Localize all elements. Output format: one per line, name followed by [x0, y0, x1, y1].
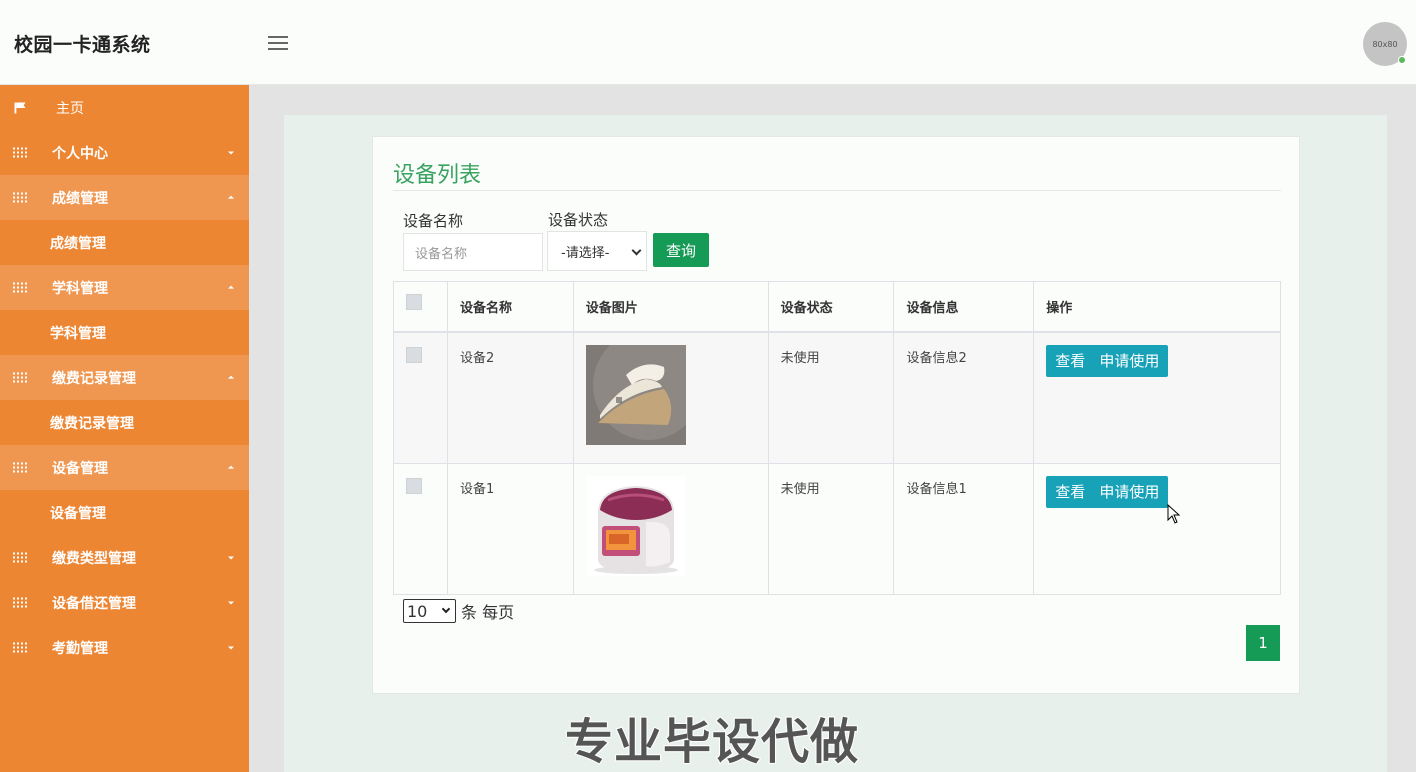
select-all-checkbox[interactable] [406, 293, 422, 310]
flag-icon [14, 102, 26, 113]
device-name-cell: 设备2 [446, 331, 574, 464]
page-size-value: 10 [407, 601, 428, 621]
column-header: 设备名称 [446, 281, 574, 333]
sidebar-subitem-grades[interactable]: 成绩管理 [0, 220, 249, 265]
grid-icon [13, 147, 27, 158]
row-checkbox[interactable] [406, 346, 422, 363]
grid-icon [13, 552, 27, 563]
query-button[interactable]: 查询 [653, 233, 709, 267]
device-status-cell: 未使用 [767, 331, 895, 464]
device-status-cell: 未使用 [767, 462, 895, 595]
page-title: 设备列表 [393, 163, 482, 188]
device-info-cell: 设备信息2 [893, 331, 1035, 464]
page-size-control: 10 条 每页 [403, 599, 514, 623]
row-checkbox[interactable] [406, 477, 422, 494]
device-info-cell: 设备信息1 [893, 462, 1035, 595]
iron-image [585, 329, 703, 445]
top-header: 校园一卡通系统 80x80 [0, 0, 1416, 85]
sidebar-item-label: 主页 [56, 100, 84, 117]
sidebar-item-label: 设备借还管理 [52, 595, 136, 612]
sidebar-item-payment-types[interactable]: 缴费类型管理 [0, 535, 249, 580]
device-image-cell [572, 329, 769, 464]
grid-icon [13, 282, 27, 293]
sidebar-subitem-devices[interactable]: 设备管理 [0, 490, 249, 535]
actions-cell: 查看 申请使用 [1033, 331, 1281, 464]
apply-button[interactable]: 申请使用 [1090, 344, 1169, 377]
column-header: 操作 [1033, 281, 1281, 333]
apply-button[interactable]: 申请使用 [1090, 475, 1169, 508]
sidebar-item-label: 缴费记录管理 [52, 370, 136, 387]
sidebar-item-label: 个人中心 [52, 145, 108, 162]
device-list-card: 设备列表 设备名称 设备状态 设备名称 -请选择- 查询 设备名称 设备图片 设… [372, 136, 1300, 694]
header-checkbox-cell [393, 281, 448, 333]
caret-down-icon [228, 556, 234, 559]
sidebar-item-label: 设备管理 [52, 460, 108, 477]
device-status-label: 设备状态 [548, 211, 609, 229]
sidebar-item-label: 学科管理 [52, 280, 108, 297]
device-table: 设备名称 设备图片 设备状态 设备信息 操作 设备2 未使用 设备信息2 查看 … [393, 281, 1281, 595]
title-divider [393, 190, 1281, 191]
sidebar-item-label: 成绩管理 [52, 190, 108, 207]
chevron-down-icon [631, 245, 642, 256]
device-status-select[interactable]: -请选择- [547, 231, 647, 271]
grid-icon [13, 642, 27, 653]
hamburger-menu-icon[interactable] [268, 36, 288, 50]
sidebar-item-device-borrowing[interactable]: 设备借还管理 [0, 580, 249, 625]
page-size-select[interactable]: 10 [403, 599, 456, 623]
column-header: 设备信息 [893, 281, 1035, 333]
online-status-dot [1398, 56, 1406, 64]
caret-up-icon [228, 195, 234, 199]
rice-cooker-image [585, 475, 686, 576]
device-name-input[interactable]: 设备名称 [403, 233, 543, 271]
app-title: 校园一卡通系统 [14, 34, 151, 56]
caret-down-icon [228, 601, 234, 604]
table-row: 设备1 未使用 设备信息1 查看 申请使用 [393, 462, 1281, 595]
table-header-row: 设备名称 设备图片 设备状态 设备信息 操作 [393, 281, 1281, 333]
device-name-label: 设备名称 [403, 212, 464, 230]
checkbox-cell [393, 331, 448, 464]
grid-icon [13, 372, 27, 383]
view-button[interactable]: 查看 [1046, 344, 1095, 377]
checkbox-cell [393, 462, 448, 595]
caret-down-icon [228, 646, 234, 649]
view-button[interactable]: 查看 [1046, 475, 1095, 508]
caret-down-icon [228, 151, 234, 154]
column-header: 设备图片 [572, 281, 769, 333]
grid-icon [13, 462, 27, 473]
sidebar: 主页 个人中心 成绩管理 成绩管理 学科管理 学科管理 缴费记录管理 缴费记录管… [0, 85, 249, 772]
grid-icon [13, 597, 27, 608]
sidebar-item-subjects[interactable]: 学科管理 [0, 265, 249, 310]
sidebar-item-devices[interactable]: 设备管理 [0, 445, 249, 490]
sidebar-item-personal-center[interactable]: 个人中心 [0, 130, 249, 175]
column-header: 设备状态 [767, 281, 895, 333]
per-page-text: 条 每页 [461, 603, 515, 622]
sidebar-item-attendance[interactable]: 考勤管理 [0, 625, 249, 670]
sidebar-subitem-payment-records[interactable]: 缴费记录管理 [0, 400, 249, 445]
avatar-placeholder-text: 80x80 [1372, 39, 1398, 49]
sidebar-item-payment-records[interactable]: 缴费记录管理 [0, 355, 249, 400]
device-image-cell [572, 462, 769, 595]
caret-up-icon [228, 375, 234, 379]
grid-icon [13, 192, 27, 203]
table-row: 设备2 未使用 设备信息2 查看 申请使用 [393, 329, 1281, 464]
device-status-selected: -请选择- [561, 245, 610, 261]
watermark-text: 专业毕设代做 [564, 713, 860, 771]
sidebar-item-grades[interactable]: 成绩管理 [0, 175, 249, 220]
sidebar-item-label: 缴费类型管理 [52, 550, 136, 567]
chevron-down-icon [441, 604, 451, 614]
sidebar-item-home[interactable]: 主页 [0, 85, 249, 130]
actions-cell: 查看 申请使用 [1033, 462, 1281, 595]
sidebar-subitem-subjects[interactable]: 学科管理 [0, 310, 249, 355]
sidebar-item-label: 考勤管理 [52, 640, 108, 657]
mouse-cursor-icon [1167, 504, 1181, 524]
page-number-button[interactable]: 1 [1246, 625, 1280, 661]
caret-up-icon [228, 465, 234, 469]
device-name-cell: 设备1 [446, 462, 574, 595]
caret-up-icon [228, 285, 234, 289]
